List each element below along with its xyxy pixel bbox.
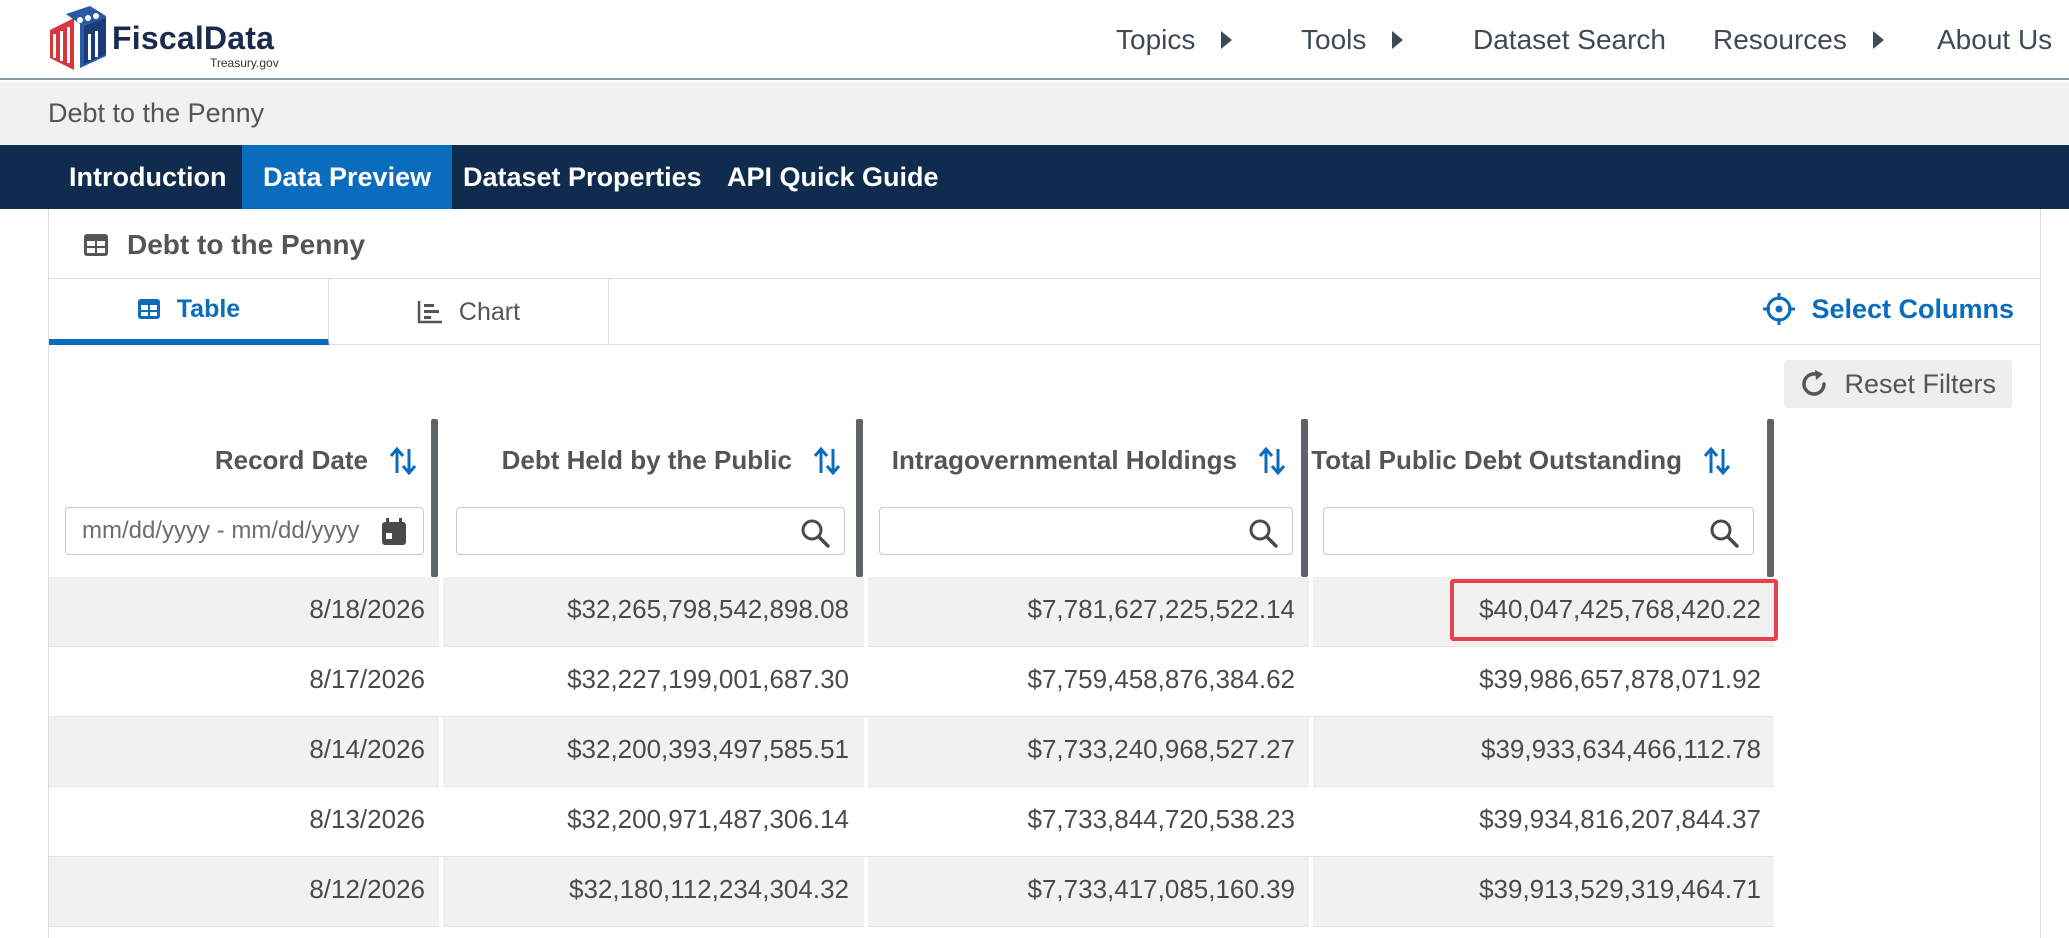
view-tab-table[interactable]: Table: [49, 279, 329, 345]
debt-public-search-input[interactable]: [456, 507, 845, 555]
header-intragovernmental-holdings: Intragovernmental Holdings: [863, 419, 1301, 577]
logo-subtext: Treasury.gov: [210, 56, 279, 70]
intragov-search-input[interactable]: [879, 507, 1293, 555]
cell-intragovernmental-holdings: $7,733,844,720,538.23: [1027, 804, 1295, 834]
dataset-tab-bar: Introduction Data Preview Dataset Proper…: [0, 145, 2069, 209]
column-resize-handle[interactable]: [1301, 419, 1308, 577]
cell-record-date: 8/17/2026: [309, 664, 425, 694]
reset-filters-button[interactable]: Reset Filters: [1784, 360, 2012, 408]
cell-debt-held-by-public: $32,265,798,542,898.08: [567, 594, 849, 624]
reset-filters-label: Reset Filters: [1844, 368, 1996, 399]
view-tab-chart-label: Chart: [458, 297, 521, 326]
calendar-icon[interactable]: [381, 518, 407, 546]
cell-intragovernmental-holdings: $7,733,417,085,160.39: [1027, 874, 1295, 904]
nav-about-us[interactable]: About Us: [1937, 24, 2052, 56]
fiscaldata-logo[interactable]: FiscalData Treasury.gov: [44, 6, 284, 74]
view-toggle-row: Table Chart Select Columns: [49, 279, 2040, 345]
sort-total-public-debt[interactable]: Total Public Debt Outstanding: [1311, 445, 1732, 476]
cell-intragovernmental-holdings: $7,733,240,968,527.27: [1027, 734, 1295, 764]
caret-right-icon: [1872, 31, 1884, 49]
header-total-public-debt-label: Total Public Debt Outstanding: [1311, 445, 1682, 475]
cell-total-public-debt: $40,047,425,768,420.22: [1479, 594, 1761, 624]
header-record-date-label: Record Date: [214, 445, 368, 475]
table-icon: [137, 299, 160, 319]
sort-intragovernmental-holdings[interactable]: Intragovernmental Holdings: [892, 445, 1287, 476]
table-row: 8/12/2026 $32,180,112,234,304.32 $7,733,…: [49, 857, 1774, 927]
search-icon: [1710, 519, 1739, 548]
cell-debt-held-by-public: $32,200,393,497,585.51: [567, 734, 849, 764]
nav-tools-label: Tools: [1301, 24, 1367, 55]
tab-dataset-properties[interactable]: Dataset Properties: [442, 145, 723, 209]
treasury-flag-icon: [50, 6, 106, 70]
header-record-date: Record Date mm/dd/yyyy - mm/dd/yyyy: [49, 419, 432, 577]
header-intragovernmental-label: Intragovernmental Holdings: [891, 445, 1237, 475]
caret-right-icon: [1221, 31, 1233, 49]
nav-resources[interactable]: Resources: [1713, 24, 1884, 56]
nav-topics-label: Topics: [1116, 24, 1196, 55]
caret-right-icon: [1392, 31, 1404, 49]
panel-title: Debt to the Penny: [127, 229, 366, 260]
tab-data-preview[interactable]: Data Preview: [242, 145, 453, 209]
column-resize-handle[interactable]: [431, 419, 438, 577]
header-debt-held-by-public-label: Debt Held by the Public: [501, 445, 792, 475]
search-icon: [1249, 519, 1278, 548]
crosshair-icon: [1763, 293, 1796, 325]
cell-intragovernmental-holdings: $7,781,627,225,522.14: [1027, 594, 1295, 624]
nav-topics[interactable]: Topics: [1116, 24, 1233, 56]
table-header: Record Date mm/dd/yyyy - mm/dd/yyyy Debt…: [49, 419, 1774, 577]
date-range-input[interactable]: mm/dd/yyyy - mm/dd/yyyy: [65, 507, 424, 555]
panel-header: Debt to the Penny: [49, 209, 2040, 279]
total-debt-search-input[interactable]: [1323, 507, 1754, 555]
sort-icon: [389, 446, 417, 475]
bar-chart-icon: [417, 301, 442, 324]
refresh-icon: [1802, 370, 1827, 396]
table-row: 8/13/2026 $32,200,971,487,306.14 $7,733,…: [49, 787, 1774, 857]
filter-toolbar: Reset Filters: [49, 345, 2040, 418]
sort-icon: [813, 446, 841, 475]
cell-total-public-debt: $39,933,634,466,112.78: [1480, 734, 1761, 764]
view-tab-table-label: Table: [176, 294, 241, 323]
sort-icon: [1703, 446, 1731, 475]
search-icon: [801, 519, 830, 548]
cell-intragovernmental-holdings: $7,759,458,876,384.62: [1027, 664, 1295, 694]
nav-dataset-search-label: Dataset Search: [1473, 24, 1666, 55]
nav-tools[interactable]: Tools: [1301, 24, 1404, 56]
view-tab-chart[interactable]: Chart: [329, 279, 609, 345]
select-columns-button[interactable]: Select Columns: [1763, 293, 2014, 325]
cell-debt-held-by-public: $32,180,112,234,304.32: [568, 874, 849, 904]
nav-dataset-search[interactable]: Dataset Search: [1473, 24, 1666, 56]
date-range-placeholder: mm/dd/yyyy - mm/dd/yyyy: [82, 517, 360, 544]
column-resize-handle[interactable]: [856, 419, 863, 577]
logo-wordmark: FiscalData: [112, 20, 275, 56]
table-row: 8/17/2026 $32,227,199,001,687.30 $7,759,…: [49, 647, 1774, 717]
header-debt-held-by-public: Debt Held by the Public: [438, 419, 856, 577]
sort-debt-held-by-public[interactable]: Debt Held by the Public: [502, 445, 842, 476]
cell-record-date: 8/12/2026: [309, 874, 425, 904]
tab-introduction[interactable]: Introduction: [48, 145, 247, 209]
header-total-public-debt: Total Public Debt Outstanding: [1308, 419, 1754, 577]
cell-debt-held-by-public: $32,227,199,001,687.30: [567, 664, 849, 694]
nav-about-us-label: About Us: [1937, 24, 2053, 55]
data-table: Record Date mm/dd/yyyy - mm/dd/yyyy Debt…: [49, 419, 1778, 927]
select-columns-label: Select Columns: [1811, 293, 2014, 324]
table-icon: [84, 234, 108, 256]
cell-total-public-debt: $39,934,816,207,844.37: [1479, 804, 1761, 834]
sort-icon: [1258, 446, 1286, 475]
breadcrumb: Debt to the Penny: [48, 98, 265, 128]
table-row: 8/14/2026 $32,200,393,497,585.51 $7,733,…: [49, 717, 1774, 787]
nav-resources-label: Resources: [1713, 24, 1847, 55]
cell-record-date: 8/14/2026: [309, 734, 425, 764]
tab-api-quick-guide[interactable]: API Quick Guide: [706, 145, 960, 209]
cell-record-date: 8/18/2026: [309, 594, 425, 624]
cell-total-public-debt: $39,986,657,878,071.92: [1479, 664, 1761, 694]
table-row: 8/18/2026 $32,265,798,542,898.08 $7,781,…: [49, 577, 1778, 647]
column-resize-handle[interactable]: [1767, 419, 1774, 577]
top-nav-bar: FiscalData Treasury.gov Topics Tools Dat…: [0, 0, 2069, 80]
cell-total-public-debt: $39,913,529,319,464.71: [1479, 874, 1761, 904]
sort-record-date[interactable]: Record Date: [215, 445, 418, 476]
breadcrumb-bar: Debt to the Penny: [0, 82, 2069, 145]
cell-debt-held-by-public: $32,200,971,487,306.14: [567, 804, 849, 834]
cell-record-date: 8/13/2026: [309, 804, 425, 834]
data-preview-panel: Debt to the Penny Table Chart Select Col…: [48, 209, 2041, 938]
